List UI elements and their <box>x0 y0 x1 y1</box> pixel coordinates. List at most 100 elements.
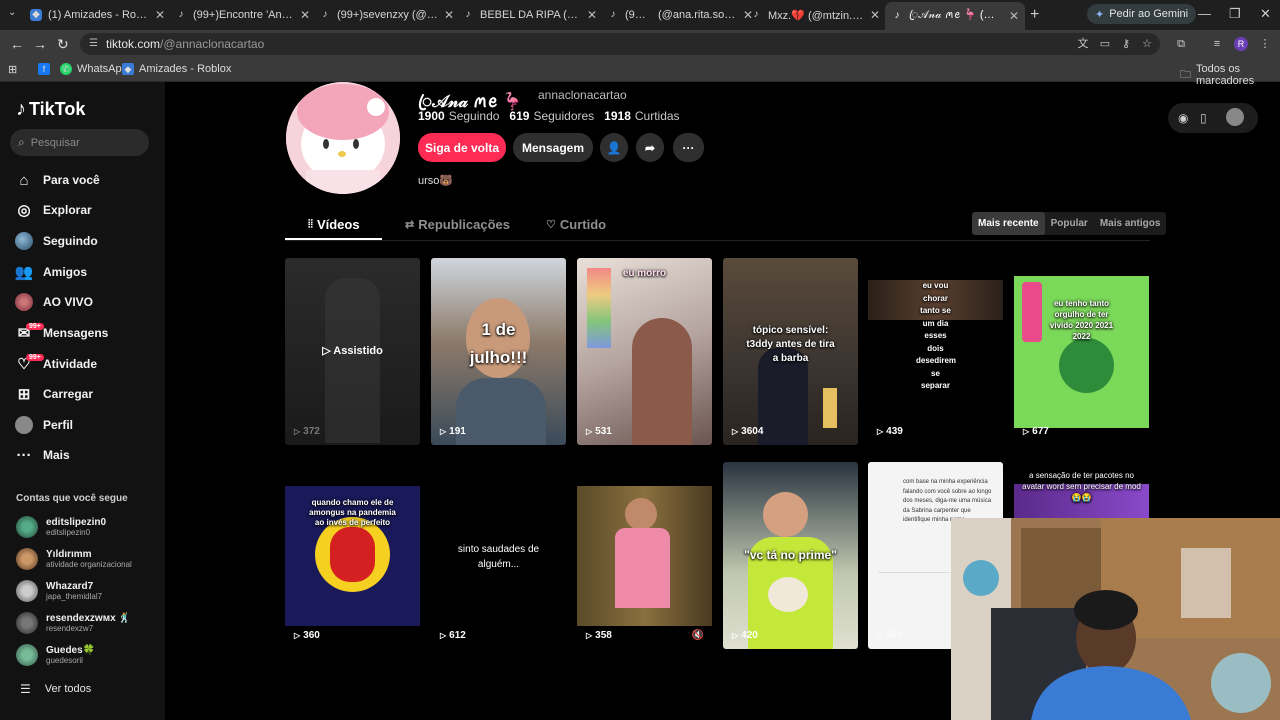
video-card[interactable]: "vc tá no prime" ▷ 420 <box>723 462 858 649</box>
nav-activity[interactable]: ♡ 99+ Atividade <box>14 353 97 375</box>
video-card[interactable]: tópico sensível: t3ddy antes de tira a b… <box>723 258 858 445</box>
video-card[interactable]: quando chamo ele de amongus na pandemia … <box>285 462 420 649</box>
browser-tab[interactable]: ♪ BEBEL DA RIPA (@bebel.16 ✕ <box>462 4 598 26</box>
close-icon[interactable]: ✕ <box>866 8 880 22</box>
forward-icon[interactable]: → <box>33 36 47 52</box>
nav-following[interactable]: Seguindo <box>14 230 98 252</box>
nav-profile[interactable]: Perfil <box>14 414 73 436</box>
close-icon[interactable]: ✕ <box>440 8 454 22</box>
media-icon[interactable]: ≡ <box>1211 38 1223 50</box>
browser-tab[interactable]: ♪ Mxz.💔 (@mtzin.oficial0) | ✕ <box>750 4 881 26</box>
all-bookmarks[interactable]: 🗀 Todos os marcadores <box>1180 63 1280 87</box>
sort-oldest[interactable]: Mais antigos <box>1094 212 1167 235</box>
video-card[interactable]: 1 de julho!!! ▷ 191 <box>431 258 566 445</box>
sort-popular[interactable]: Popular <box>1045 212 1094 235</box>
restore-icon[interactable]: ❐ <box>1229 6 1241 22</box>
video-card[interactable]: eu vou chorar tanto se um dia esses dois… <box>868 258 1003 445</box>
more-options-icon[interactable]: ··· <box>673 133 704 162</box>
new-tab-icon[interactable]: + <box>1030 6 1039 24</box>
phone-icon[interactable]: ▯ <box>1200 111 1207 125</box>
facebook-bookmark[interactable]: f <box>38 63 55 75</box>
browser-tab-bar: ⌄ ◆ (1) Amizades - Roblox ✕ ♪ (99+)Encon… <box>0 0 1280 30</box>
followed-account[interactable]: resendexzwмх 🕺 resendexzw7 <box>16 612 131 634</box>
play-icon: ▷ <box>586 631 593 640</box>
tab-reposts[interactable]: ⇄ Republicações <box>405 217 510 232</box>
compass-icon: ◎ <box>17 202 31 219</box>
video-card[interactable]: eu morro ▷ 531 <box>577 258 712 445</box>
search-input[interactable]: ⌕ Pesquisar <box>10 129 149 156</box>
browser-tab[interactable]: ♪ (99+)sevenzxy (@luccasgh ✕ <box>319 4 455 26</box>
muted-icon[interactable]: 🔇 <box>692 630 704 641</box>
tab-search-icon[interactable]: ⌄ <box>8 7 16 18</box>
bookmarks-bar: ⊞ f ✆ WhatsApp ◆ Amizades - Roblox 🗀 Todos … <box>0 58 1280 87</box>
close-icon[interactable]: ✕ <box>296 8 310 22</box>
user-avatar[interactable] <box>1226 108 1244 126</box>
following-stat[interactable]: 1900 Seguindo <box>418 109 499 123</box>
browser-tab[interactable]: ♪ (99+)Encontre 'Ana Rita Ri ✕ <box>175 4 311 26</box>
see-all-link[interactable]: ☰ Ver todos <box>20 682 91 696</box>
key-icon[interactable]: ⚷ <box>1120 38 1132 50</box>
video-card[interactable]: ▷ 358 🔇 <box>577 462 712 649</box>
url-field[interactable]: tiktok.com/@annaclonacartao <box>80 33 1160 55</box>
folder-icon: 🗀 <box>1180 68 1191 81</box>
minimize-icon[interactable]: — <box>1198 6 1211 21</box>
view-count: ▷ 531 <box>586 426 612 437</box>
follow-back-button[interactable]: Siga de volta <box>418 133 506 162</box>
window-close-icon[interactable]: ✕ <box>1260 6 1271 22</box>
video-card[interactable]: a sensação de ter pacotes no avatar word… <box>1014 462 1149 522</box>
site-info-icon[interactable]: ☰ <box>89 39 99 49</box>
extensions-icon[interactable]: ⧉ <box>1175 38 1187 50</box>
tab-videos[interactable]: ⦙⦙ Vídeos <box>308 217 360 232</box>
cast-icon[interactable]: ▭ <box>1099 38 1111 50</box>
video-card[interactable]: ▷ Assistido ▷ 372 <box>285 258 420 445</box>
reload-icon[interactable]: ↻ <box>57 36 69 53</box>
translate-icon[interactable]: 文 <box>1077 38 1089 50</box>
bookmark-star-icon[interactable]: ☆ <box>1141 38 1153 50</box>
followed-account[interactable]: editslipezin0 editslipezin0 <box>16 516 106 538</box>
close-icon[interactable]: ✕ <box>1005 9 1019 23</box>
compass-icon[interactable]: ◉ <box>1178 111 1188 125</box>
roblox-icon: ◆ <box>122 63 134 75</box>
nav-messages[interactable]: ✉ 99+ Mensagens <box>14 322 108 344</box>
browser-tab-active[interactable]: ♪ ꦿ𝒜𝓃𝒶 ꪔꫀ 🦩 (@annaclon ✕ <box>885 2 1025 30</box>
browser-tab[interactable]: ♪ (99+) <box>607 4 648 26</box>
home-icon: ⌂ <box>19 171 29 189</box>
view-count: ▷ 191 <box>440 426 466 437</box>
followed-account[interactable]: Whazard7 japa_themidlal7 <box>16 580 102 602</box>
roblox-bookmark[interactable]: ◆ Amizades - Roblox <box>122 63 231 75</box>
nav-live[interactable]: AO VIVO <box>14 291 93 313</box>
messages-badge: 99+ <box>26 323 44 330</box>
message-button[interactable]: Mensagem <box>513 133 593 162</box>
add-friend-icon[interactable]: 👤 <box>600 133 628 162</box>
close-icon[interactable]: ✕ <box>151 8 165 22</box>
browser-menu-icon[interactable]: ⋮ <box>1259 38 1271 50</box>
tiktok-icon: ♪ <box>178 9 184 20</box>
video-card[interactable]: sinto saudades de alguém... ▷ 612 <box>431 462 566 649</box>
share-icon[interactable]: ➦ <box>636 133 664 162</box>
nav-explore[interactable]: ◎ Explorar <box>14 199 91 221</box>
nav-upload[interactable]: ⊞ Carregar <box>14 383 93 405</box>
back-icon[interactable]: ← <box>10 36 24 52</box>
view-count: ▷ 3604 <box>732 426 764 437</box>
nav-friends[interactable]: 👥 Amigos <box>14 261 87 283</box>
video-card[interactable]: eu tenho tanto orgulho de ter vivido 202… <box>1014 258 1149 445</box>
followed-account[interactable]: Guedes🍀 guedesoril <box>16 644 95 666</box>
nav-for-you[interactable]: ⌂ Para você <box>14 169 99 191</box>
browser-tab[interactable]: (@ana.rita.soare ✕ <box>658 4 753 26</box>
profile-avatar <box>286 82 400 194</box>
nav-more[interactable]: ··· Mais <box>14 444 70 466</box>
browser-tab[interactable]: ◆ (1) Amizades - Roblox ✕ <box>30 4 165 26</box>
heart-icon: ♡ <box>546 219 556 231</box>
gemini-button[interactable]: ✦ Pedir ao Gemini <box>1087 4 1197 24</box>
apps-grid-icon[interactable]: ⊞ <box>8 63 17 76</box>
followers-stat[interactable]: 619 Seguidores <box>509 109 594 123</box>
sort-latest[interactable]: Mais recente <box>972 212 1045 235</box>
tiktok-logo[interactable]: ♪ TikTok <box>16 98 85 121</box>
whatsapp-bookmark[interactable]: ✆ WhatsApp <box>60 63 128 75</box>
close-icon[interactable]: ✕ <box>583 8 597 22</box>
play-icon: ▷ <box>322 345 334 357</box>
play-icon: ▷ <box>1023 427 1030 436</box>
followed-account[interactable]: Yıldırımm atividade organizacional <box>16 548 132 570</box>
tab-liked[interactable]: ♡ Curtido <box>546 217 606 232</box>
browser-profile-avatar[interactable]: R <box>1234 37 1248 51</box>
